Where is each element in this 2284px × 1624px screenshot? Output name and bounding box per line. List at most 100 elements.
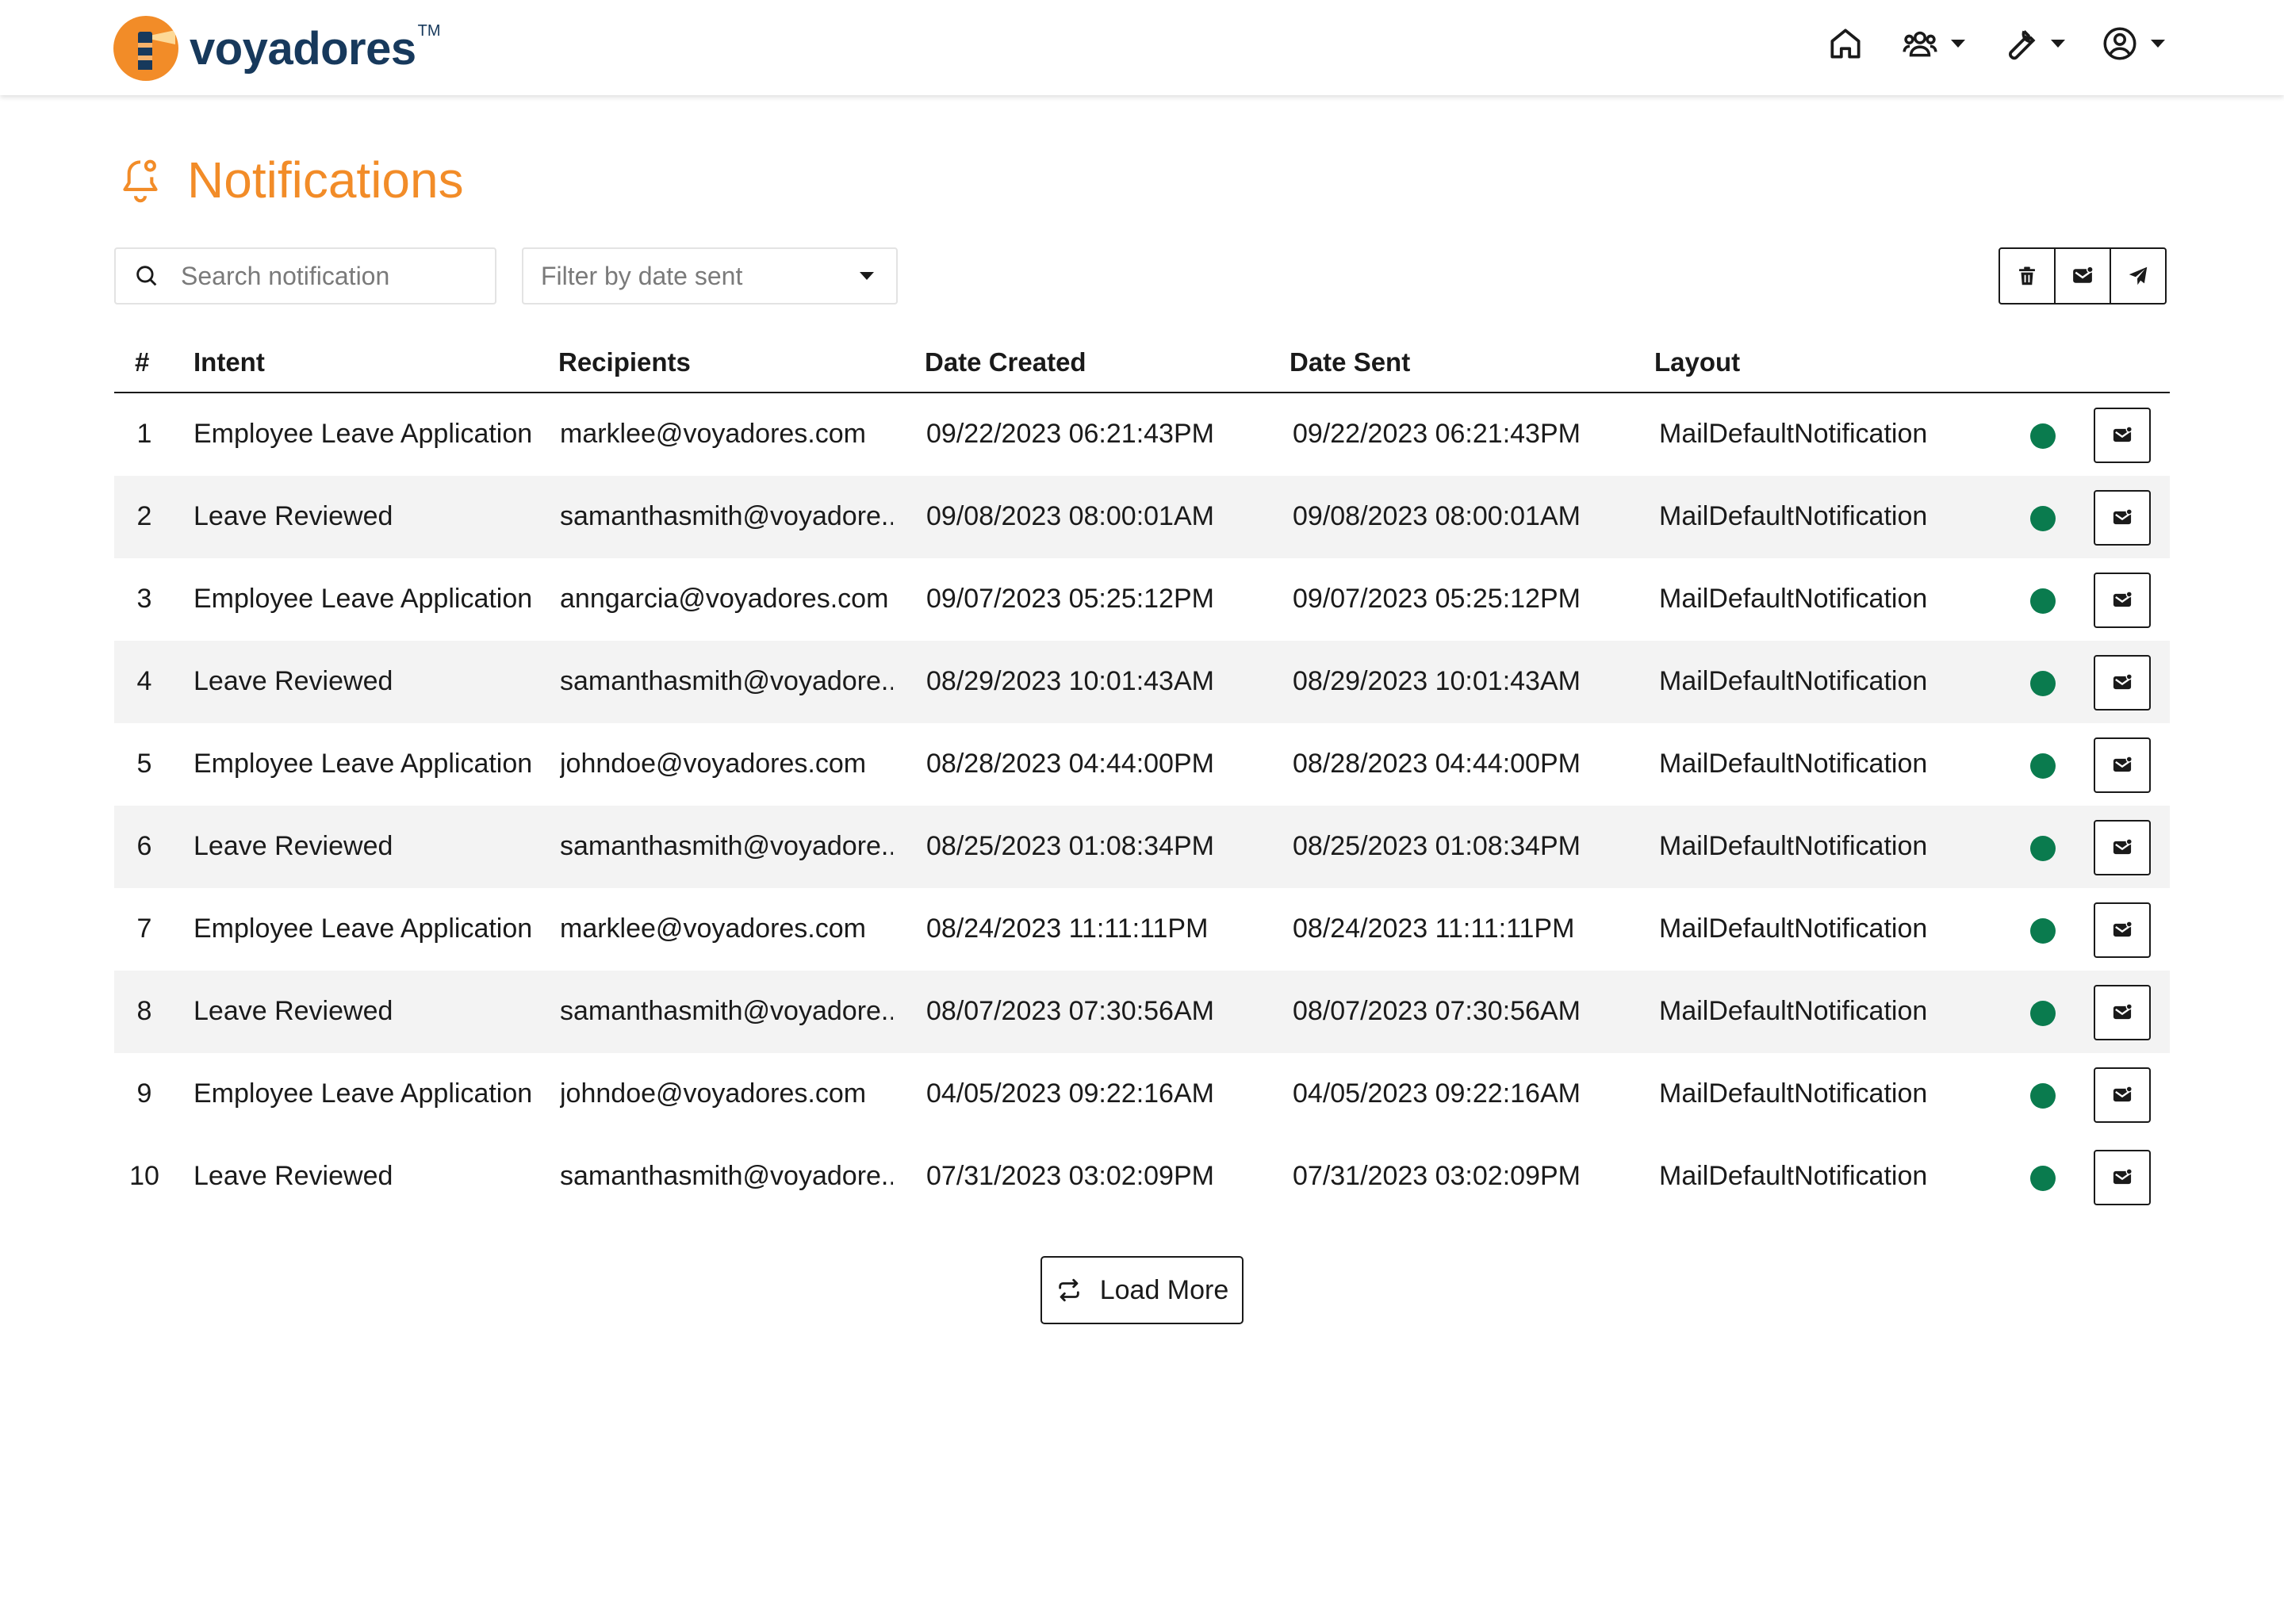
col-header-recipients: Recipients — [558, 347, 691, 377]
row-recipient: marklee@voyadores.com — [560, 914, 866, 944]
row-date-sent: 08/07/2023 07:30:56AM — [1293, 996, 1581, 1026]
page-title: Notifications — [187, 151, 464, 209]
row-number: 2 — [136, 501, 152, 531]
row-layout: MailDefaultNotification — [1659, 831, 1928, 861]
brand-trademark: TM — [417, 21, 441, 40]
row-layout: MailDefaultNotification — [1659, 914, 1928, 944]
top-navbar: voyadores TM — [0, 0, 2284, 95]
search-input[interactable] — [179, 260, 484, 292]
table-row[interactable]: 3 Employee Leave Application anngarcia@v… — [114, 558, 2170, 641]
status-indicator — [2030, 1083, 2056, 1109]
chevron-down-icon — [2051, 40, 2065, 48]
row-mail-button[interactable] — [2094, 1150, 2151, 1205]
search-box[interactable] — [114, 247, 496, 304]
mail-icon — [2113, 1003, 2133, 1020]
row-number: 3 — [136, 584, 152, 614]
row-intent: Leave Reviewed — [194, 1161, 393, 1191]
row-date-sent: 04/05/2023 09:22:16AM — [1293, 1078, 1581, 1109]
row-layout: MailDefaultNotification — [1659, 996, 1928, 1026]
row-mail-button[interactable] — [2094, 408, 2151, 463]
chevron-down-icon — [2151, 40, 2165, 48]
row-mail-button[interactable] — [2094, 490, 2151, 546]
row-intent: Employee Leave Application — [194, 749, 533, 779]
row-recipient: samanthasmith@voyadore... — [560, 501, 893, 531]
filter-date-sent-dropdown[interactable]: Filter by date sent — [522, 247, 898, 304]
lighthouse-logo-icon — [113, 16, 178, 81]
send-button[interactable] — [2110, 247, 2167, 304]
nav-tools-menu[interactable] — [2000, 24, 2065, 63]
chevron-down-icon — [1951, 40, 1965, 48]
nav-users-menu[interactable] — [1900, 24, 1965, 63]
home-icon — [1830, 29, 1861, 59]
row-date-sent: 08/25/2023 01:08:34PM — [1293, 831, 1581, 861]
table-row[interactable]: 2 Leave Reviewed samanthasmith@voyadore.… — [114, 476, 2170, 558]
row-intent: Employee Leave Application — [194, 914, 533, 944]
status-indicator — [2030, 423, 2056, 449]
row-mail-button[interactable] — [2094, 902, 2151, 958]
row-number: 4 — [136, 666, 152, 696]
col-header-layout: Layout — [1654, 347, 1741, 377]
status-indicator — [2030, 1001, 2056, 1026]
mail-icon — [2113, 921, 2133, 937]
load-more-label: Load More — [1099, 1274, 1229, 1305]
status-indicator — [2030, 1166, 2056, 1191]
status-indicator — [2030, 671, 2056, 696]
nav-home[interactable] — [1826, 24, 1865, 63]
row-intent: Leave Reviewed — [194, 996, 393, 1026]
table-row[interactable]: 1 Employee Leave Application marklee@voy… — [114, 393, 2170, 476]
row-mail-button[interactable] — [2094, 820, 2151, 875]
delete-button[interactable] — [1998, 247, 2056, 304]
table-row[interactable]: 8 Leave Reviewed samanthasmith@voyadore.… — [114, 971, 2170, 1053]
mail-icon — [2113, 426, 2133, 442]
col-header-number: # — [135, 347, 150, 377]
page-header: Notifications — [117, 151, 464, 209]
brand-logo[interactable]: voyadores TM — [113, 16, 441, 81]
row-date-sent: 08/28/2023 04:44:00PM — [1293, 749, 1581, 779]
bell-icon — [123, 159, 158, 203]
row-recipient: samanthasmith@voyadore... — [560, 666, 893, 696]
row-intent: Leave Reviewed — [194, 501, 393, 531]
row-mail-button[interactable] — [2094, 655, 2151, 710]
row-mail-button[interactable] — [2094, 1067, 2151, 1123]
mail-icon — [2073, 266, 2094, 283]
refresh-icon — [1058, 1278, 1079, 1302]
row-intent: Leave Reviewed — [194, 831, 393, 861]
row-number: 7 — [136, 914, 152, 944]
nav-account-menu[interactable] — [2100, 24, 2165, 63]
table-row[interactable]: 6 Leave Reviewed samanthasmith@voyadore.… — [114, 806, 2170, 888]
brand-name: voyadores — [190, 22, 416, 75]
table-row[interactable]: 10 Leave Reviewed samanthasmith@voyadore… — [114, 1136, 2170, 1218]
row-date-sent: 09/07/2023 05:25:12PM — [1293, 584, 1581, 614]
table-row[interactable]: 4 Leave Reviewed samanthasmith@voyadore.… — [114, 641, 2170, 723]
wrench-icon — [2009, 30, 2036, 60]
row-intent: Leave Reviewed — [194, 666, 393, 696]
row-recipient: anngarcia@voyadores.com — [560, 584, 889, 614]
row-mail-button[interactable] — [2094, 737, 2151, 793]
row-intent: Employee Leave Application — [194, 419, 533, 449]
row-recipient: marklee@voyadores.com — [560, 419, 866, 449]
table-row[interactable]: 5 Employee Leave Application johndoe@voy… — [114, 723, 2170, 806]
row-number: 6 — [136, 831, 152, 861]
col-header-date-sent: Date Sent — [1290, 347, 1411, 377]
row-mail-button[interactable] — [2094, 573, 2151, 628]
row-intent: Employee Leave Application — [194, 584, 533, 614]
table-row[interactable]: 9 Employee Leave Application johndoe@voy… — [114, 1053, 2170, 1136]
table-row[interactable]: 7 Employee Leave Application marklee@voy… — [114, 888, 2170, 971]
row-number: 1 — [136, 419, 152, 449]
row-date-created: 08/29/2023 10:01:43AM — [926, 666, 1214, 696]
search-icon — [136, 266, 157, 286]
row-date-sent: 09/22/2023 06:21:43PM — [1293, 419, 1581, 449]
row-date-created: 08/07/2023 07:30:56AM — [926, 996, 1214, 1026]
status-indicator — [2030, 588, 2056, 614]
mark-read-button[interactable] — [2054, 247, 2111, 304]
row-number: 9 — [136, 1078, 152, 1109]
filter-placeholder: Filter by date sent — [541, 261, 743, 290]
row-date-created: 04/05/2023 09:22:16AM — [926, 1078, 1214, 1109]
row-date-created: 08/28/2023 04:44:00PM — [926, 749, 1214, 779]
row-date-sent: 08/29/2023 10:01:43AM — [1293, 666, 1581, 696]
row-mail-button[interactable] — [2094, 985, 2151, 1040]
load-more-button[interactable]: Load More — [1040, 1256, 1244, 1324]
row-layout: MailDefaultNotification — [1659, 419, 1928, 449]
row-layout: MailDefaultNotification — [1659, 749, 1928, 779]
notifications-table: # Intent Recipients Date Created Date Se… — [114, 333, 2170, 1218]
